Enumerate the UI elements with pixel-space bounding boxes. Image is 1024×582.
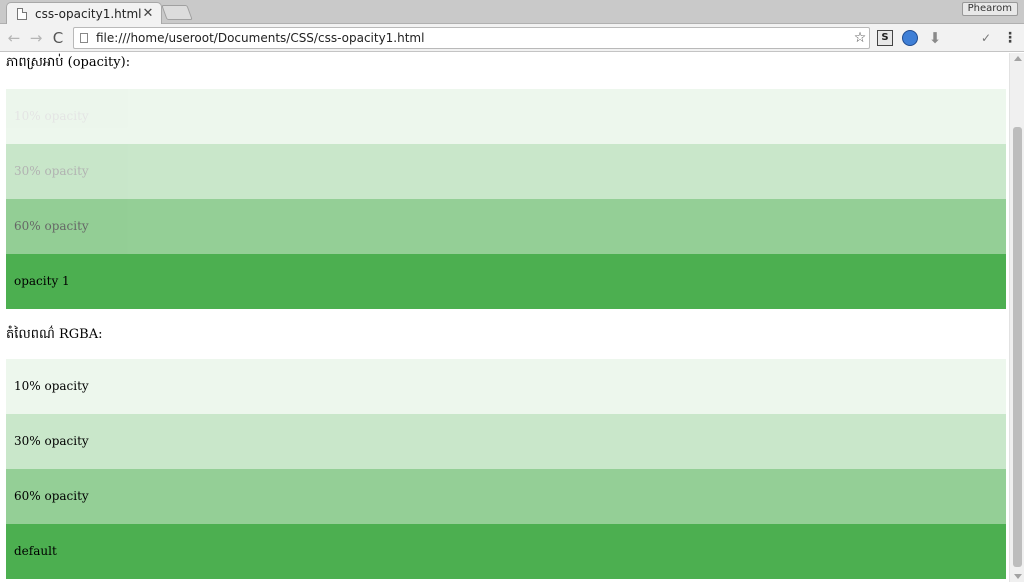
opacity-heading: ភាពស្រអាប់ (opacity): [6,55,131,70]
rgba-row: default [6,524,1006,579]
forward-icon[interactable]: → [26,28,46,48]
scroll-up-arrow-icon[interactable] [1014,56,1022,61]
row-label: 30% opacity [14,164,89,178]
bookmark-star-icon[interactable]: ☆ [851,30,869,46]
page-viewport: ភាពស្រអាប់ (opacity): 10% opacity 30% op… [0,53,1024,582]
opacity-row: opacity 1 [6,254,1006,309]
page-content: ភាពស្រអាប់ (opacity): 10% opacity 30% op… [6,53,1006,579]
extension-globe-icon[interactable] [902,30,918,46]
row-label: default [14,544,57,558]
row-label: 30% opacity [14,434,89,448]
row-label: 10% opacity [14,379,89,393]
close-icon[interactable]: ✕ [141,7,155,21]
reload-icon[interactable]: C [48,28,68,48]
profile-button[interactable]: Phearom [961,2,1018,16]
menu-icon[interactable]: ⋮ [1002,30,1018,46]
extension-s-icon[interactable]: S [877,30,893,46]
download-extension-icon[interactable]: ⬇ [927,30,943,46]
browser-toolbar: ← → C file:///home/useroot/Documents/CSS… [0,24,1024,52]
page-icon [17,8,27,20]
check-extension-icon[interactable]: ✓ [978,30,994,46]
row-label: 10% opacity [14,109,89,123]
new-tab-button[interactable] [161,5,193,20]
tab-title: css-opacity1.html [35,7,141,21]
row-label: 60% opacity [14,219,89,233]
address-bar[interactable]: file:///home/useroot/Documents/CSS/css-o… [73,27,870,49]
opacity-row: 10% opacity [6,89,1006,144]
rgba-heading: តំលៃពណ៌ RGBA: [6,327,103,342]
tab-strip: css-opacity1.html ✕ Phearom [0,0,1024,25]
opacity-row: 60% opacity [6,199,1006,254]
row-label: opacity 1 [14,274,70,288]
page-icon [80,33,88,43]
scroll-down-arrow-icon[interactable] [1014,574,1022,579]
url-text[interactable]: file:///home/useroot/Documents/CSS/css-o… [96,31,851,45]
opacity-row: 30% opacity [6,144,1006,199]
rgba-row: 10% opacity [6,359,1006,414]
rgba-row: 30% opacity [6,414,1006,469]
scrollbar-thumb[interactable] [1013,127,1022,567]
vertical-scrollbar[interactable] [1009,53,1024,582]
browser-tab[interactable]: css-opacity1.html ✕ [6,2,162,25]
back-icon[interactable]: ← [4,28,24,48]
rgba-row: 60% opacity [6,469,1006,524]
row-label: 60% opacity [14,489,89,503]
